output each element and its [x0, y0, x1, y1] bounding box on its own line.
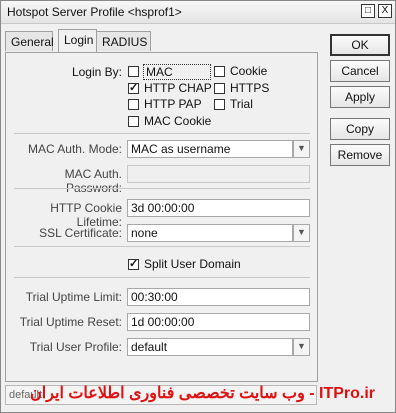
mac-cookie-checkbox[interactable] — [128, 116, 139, 127]
mac-checkbox-label[interactable]: MAC — [143, 64, 211, 80]
separator — [14, 188, 310, 189]
chevron-down-icon[interactable]: ▼ — [293, 338, 310, 356]
mac-auth-password-field[interactable] — [127, 165, 310, 183]
title-bar[interactable]: Hotspot Server Profile <hsprof1> □ X — [1, 1, 395, 24]
cookie-checkbox-label: Cookie — [230, 64, 268, 78]
trial-checkbox-label: Trial — [230, 97, 253, 111]
trial-uptime-reset-field[interactable]: 1d 00:00:00 — [127, 313, 310, 331]
http-chap-checkbox-label: HTTP CHAP — [144, 81, 212, 95]
http-chap-checkbox[interactable] — [128, 81, 139, 94]
copy-button[interactable]: Copy — [330, 118, 390, 140]
mac-cookie-checkbox-label: MAC Cookie — [144, 114, 212, 128]
trial-user-profile-select[interactable]: default — [127, 338, 293, 356]
mac-auth-mode-label: MAC Auth. Mode: — [27, 142, 122, 156]
mac-auth-mode-select[interactable]: MAC as username — [127, 140, 293, 158]
chevron-down-icon[interactable]: ▼ — [293, 224, 310, 242]
watermark-text: ITPro.ir - وب سایت تخصصی فناوری اطلاعات … — [30, 385, 376, 402]
https-checkbox-label: HTTPS — [230, 81, 270, 95]
separator — [14, 277, 310, 278]
mac-auth-password-label: MAC Auth. Password: — [64, 167, 122, 195]
close-button[interactable]: X — [378, 4, 392, 18]
ssl-certificate-label: SSL Certificate: — [39, 226, 122, 240]
ssl-certificate-select[interactable]: none — [127, 224, 293, 242]
remove-button[interactable]: Remove — [330, 144, 390, 166]
ok-button[interactable]: OK — [330, 34, 390, 56]
cookie-checkbox[interactable] — [214, 66, 225, 77]
hotspot-server-profile-window: Hotspot Server Profile <hsprof1> □ X Gen… — [0, 0, 396, 413]
chevron-down-icon[interactable]: ▼ — [293, 140, 310, 158]
http-cookie-lifetime-label: HTTP Cookie Lifetime: — [50, 201, 122, 229]
window-title: Hotspot Server Profile <hsprof1> — [7, 5, 182, 19]
separator — [14, 246, 310, 247]
tab-general[interactable]: General — [5, 31, 54, 51]
trial-uptime-limit-label: Trial Uptime Limit: — [25, 290, 122, 304]
login-by-label: Login By: — [71, 65, 122, 79]
cancel-button[interactable]: Cancel — [330, 60, 390, 82]
http-cookie-lifetime-field[interactable]: 3d 00:00:00 — [127, 199, 310, 217]
trial-uptime-reset-label: Trial Uptime Reset: — [19, 315, 122, 329]
separator — [14, 133, 310, 134]
maximize-button[interactable]: □ — [361, 4, 375, 18]
http-pap-checkbox[interactable] — [128, 99, 139, 110]
trial-uptime-limit-field[interactable]: 00:30:00 — [127, 288, 310, 306]
http-pap-checkbox-label: HTTP PAP — [144, 97, 202, 111]
https-checkbox[interactable] — [214, 83, 225, 94]
apply-button[interactable]: Apply — [330, 86, 390, 108]
split-user-domain-label: Split User Domain — [144, 257, 241, 271]
tab-login[interactable]: Login — [58, 29, 97, 52]
login-tab-panel: Login By: MAC Cookie HTTP CHAP HTTPS HTT… — [5, 52, 318, 382]
tab-radius[interactable]: RADIUS — [96, 31, 151, 51]
trial-checkbox[interactable] — [214, 99, 225, 110]
mac-checkbox[interactable] — [128, 66, 139, 77]
trial-user-profile-label: Trial User Profile: — [29, 340, 122, 354]
split-user-domain-checkbox[interactable] — [128, 257, 139, 270]
